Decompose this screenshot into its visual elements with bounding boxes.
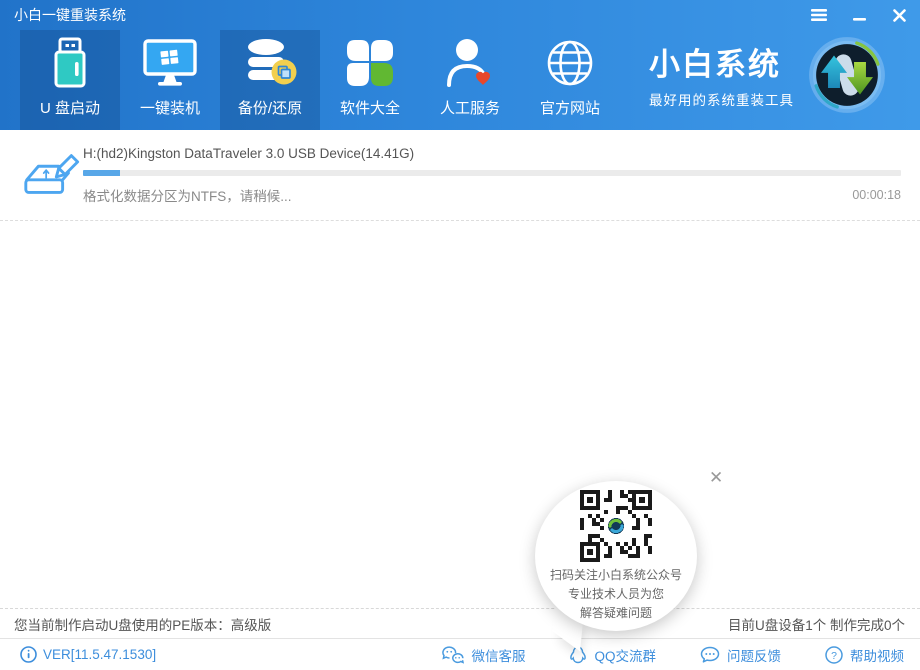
qr-popup-close-icon[interactable]: ✕ [709, 469, 723, 486]
person-heart-icon [445, 35, 495, 91]
tab-label: 人工服务 [440, 97, 500, 118]
footer-link-label: 微信客服 [471, 645, 525, 665]
device-name: H:(hd2)Kingston DataTraveler 3.0 USB Dev… [83, 146, 901, 161]
progress-fill [83, 170, 120, 176]
brand-name: 小白系统 [649, 46, 794, 85]
tab-software-collection[interactable]: 软件大全 [320, 30, 420, 130]
qr-caption-line1: 扫码关注小白系统公众号 [535, 566, 697, 585]
usb-device-count-text: 目前U盘设备1个 制作完成0个 [728, 614, 905, 634]
info-icon [20, 646, 37, 663]
window-title: 小白一键重装系统 [0, 5, 126, 25]
footer-link-label: 帮助视频 [850, 645, 904, 665]
qr-caption-line3: 解答疑难问题 [535, 604, 697, 623]
disk-write-icon [20, 143, 82, 210]
footer-link-label: 问题反馈 [727, 645, 781, 665]
elapsed-timer: 00:00:18 [852, 188, 901, 202]
feedback-link[interactable]: 问题反馈 [700, 645, 781, 665]
pe-version-text: 您当前制作启动U盘使用的PE版本：高级版 [14, 614, 271, 634]
close-icon[interactable] [886, 3, 912, 27]
brand-slogan: 最好用的系统重装工具 [649, 89, 794, 109]
header: 小白一键重装系统 [0, 0, 920, 130]
qr-popup: 扫码关注小白系统公众号 专业技术人员为您 解答疑难问题 [535, 481, 697, 631]
svg-text:?: ? [831, 649, 837, 661]
footer-links: 微信客服 QQ交流群 [442, 645, 904, 665]
tab-backup-restore[interactable]: 备份/还原 [220, 30, 320, 130]
help-video-link[interactable]: ? 帮助视频 [825, 645, 904, 665]
tab-usb-boot[interactable]: U 盘启动 [20, 30, 120, 130]
brand-logo-icon [808, 36, 886, 119]
globe-icon [545, 35, 595, 91]
tab-label: 软件大全 [340, 97, 400, 118]
tab-one-click-install[interactable]: 一键装机 [120, 30, 220, 130]
tab-official-website[interactable]: 官方网站 [520, 30, 620, 130]
help-video-icon: ? [825, 646, 843, 664]
footer-link-label: QQ交流群 [594, 645, 656, 665]
tab-human-service[interactable]: 人工服务 [420, 30, 520, 130]
version-text: VER[11.5.47.1530] [43, 647, 156, 662]
status-bar: 您当前制作启动U盘使用的PE版本：高级版 目前U盘设备1个 制作完成0个 [0, 608, 920, 638]
app-window: 小白一键重装系统 [0, 0, 920, 670]
main-nav: U 盘启动 [20, 30, 620, 130]
tab-label: U 盘启动 [40, 97, 100, 118]
window-controls [806, 0, 912, 30]
tab-label: 官方网站 [540, 97, 600, 118]
menu-icon[interactable] [806, 3, 832, 27]
qr-caption-line2: 专业技术人员为您 [535, 585, 697, 604]
brand-area: 小白系统 最好用的系统重装工具 [649, 36, 886, 119]
footer-bar: VER[11.5.47.1530] 微信客服 [0, 638, 920, 670]
tab-label: 备份/还原 [238, 97, 302, 118]
tab-label: 一键装机 [140, 97, 200, 118]
titlebar: 小白一键重装系统 [0, 0, 920, 30]
version-info[interactable]: VER[11.5.47.1530] [20, 646, 156, 663]
monitor-icon [142, 35, 198, 91]
wechat-icon [442, 645, 464, 664]
minimize-icon[interactable] [846, 3, 872, 27]
task-status-text: 格式化数据分区为NTFS，请稍候... [83, 185, 292, 205]
usb-drive-icon [48, 35, 92, 91]
database-icon [243, 35, 297, 91]
usb-task-panel: H:(hd2)Kingston DataTraveler 3.0 USB Dev… [0, 130, 920, 221]
progress-bar [83, 170, 901, 176]
qr-code [579, 489, 653, 563]
wechat-support-link[interactable]: 微信客服 [442, 645, 525, 665]
qq-group-link[interactable]: QQ交流群 [569, 645, 656, 665]
feedback-icon [700, 646, 720, 664]
clover-icon [345, 35, 395, 91]
